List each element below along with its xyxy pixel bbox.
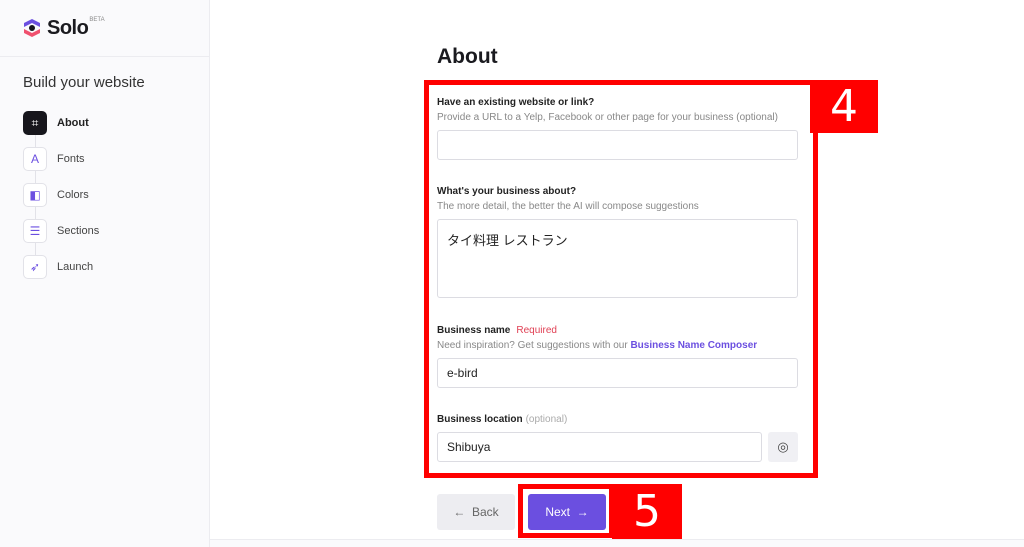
font-icon: A (23, 147, 47, 171)
beta-badge: BETA (89, 17, 105, 23)
arrow-left-icon: ← (453, 505, 466, 519)
annotation-box-5 (518, 484, 614, 538)
sidebar-item-label: Fonts (57, 153, 85, 165)
sidebar-item-label: Launch (57, 261, 94, 273)
rocket-icon: ➶ (23, 255, 47, 279)
crop-icon: ⌗ (23, 111, 47, 135)
solo-logo-icon (24, 19, 40, 37)
sidebar-item-launch[interactable]: ➶ Launch (23, 249, 99, 285)
annotation-box-4 (424, 80, 818, 478)
bottom-bar (210, 539, 1024, 547)
palette-icon: ◧ (23, 183, 47, 207)
sidebar-title: Build your website (23, 74, 145, 91)
sidebar-item-about[interactable]: ⌗ About (23, 105, 99, 141)
annotation-label-4: 4 (810, 80, 878, 133)
sidebar-item-colors[interactable]: ◧ Colors (23, 177, 99, 213)
sidebar-item-fonts[interactable]: A Fonts (23, 141, 99, 177)
back-button[interactable]: ← Back (437, 494, 515, 530)
logo[interactable]: Solo BETA (0, 0, 209, 57)
page-title: About (437, 45, 498, 68)
sidebar-item-label: Sections (57, 225, 100, 237)
back-label: Back (471, 505, 499, 519)
sidebar-item-sections[interactable]: ☰ Sections (23, 213, 99, 249)
sidebar: Solo BETA Build your website ⌗ About A Fon… (0, 0, 210, 547)
layout-icon: ☰ (23, 219, 47, 243)
sidebar-item-label: About (57, 117, 89, 129)
sidebar-item-label: Colors (57, 189, 89, 201)
annotation-label-5: 5 (612, 484, 682, 539)
brand-name: Solo (47, 16, 89, 39)
